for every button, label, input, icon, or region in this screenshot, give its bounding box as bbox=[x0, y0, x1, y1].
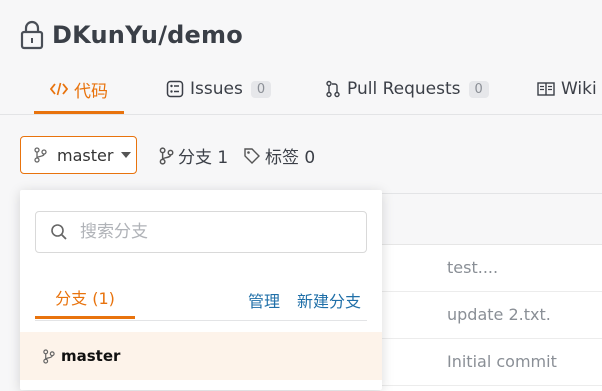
lock-icon bbox=[20, 20, 44, 50]
issues-icon bbox=[166, 80, 184, 98]
dropdown-tabs: 分支 (1) 管理 新建分支 bbox=[35, 276, 367, 321]
tab-wiki[interactable]: Wiki bbox=[537, 66, 597, 112]
repo-header: DKunYu/demo 代码 Issues 0 Pull Requests 0 … bbox=[0, 0, 602, 115]
commit-message[interactable]: test.... bbox=[447, 258, 498, 277]
manage-branches-link[interactable]: 管理 bbox=[248, 288, 280, 312]
repo-name[interactable]: DKunYu/demo bbox=[52, 21, 243, 49]
branch-selector-label: master bbox=[57, 145, 114, 165]
tab-issues-label: Issues bbox=[190, 79, 243, 99]
file-list: j test.... update 2.txt. Initial commit bbox=[376, 193, 602, 391]
tab-code[interactable]: 代码 bbox=[34, 66, 124, 114]
repo-title: DKunYu/demo bbox=[20, 20, 243, 50]
issues-count-badge: 0 bbox=[250, 80, 272, 98]
tag-icon bbox=[243, 147, 261, 165]
caret-down-icon bbox=[121, 152, 132, 158]
new-branch-link[interactable]: 新建分支 bbox=[297, 288, 361, 312]
branch-selector-button[interactable]: master bbox=[20, 136, 137, 174]
tab-code-label: 代码 bbox=[74, 81, 108, 102]
file-row[interactable]: test.... bbox=[380, 245, 602, 292]
tab-pull-requests[interactable]: Pull Requests 0 bbox=[325, 66, 489, 112]
branch-icon bbox=[42, 348, 55, 364]
search-icon bbox=[50, 223, 68, 241]
branch-search[interactable] bbox=[35, 211, 367, 253]
tags-count-label: 标签 0 bbox=[265, 148, 316, 168]
tab-issues[interactable]: Issues 0 bbox=[166, 66, 272, 112]
commit-message[interactable]: Initial commit bbox=[447, 352, 557, 371]
tags-count-link[interactable]: 标签 0 bbox=[243, 143, 315, 168]
file-row[interactable]: update 2.txt. bbox=[380, 292, 602, 339]
branch-name: master bbox=[61, 347, 121, 365]
file-row[interactable]: Initial commit bbox=[380, 339, 602, 386]
branch-search-input[interactable] bbox=[78, 221, 332, 243]
branches-count-link[interactable]: 分支 1 bbox=[158, 143, 228, 168]
branch-icon bbox=[33, 147, 47, 163]
pull-requests-count-badge: 0 bbox=[468, 80, 489, 98]
pull-request-icon bbox=[325, 80, 341, 98]
file-list-header: j bbox=[376, 194, 602, 245]
tab-pull-requests-label: Pull Requests bbox=[347, 79, 461, 99]
tab-wiki-label: Wiki bbox=[561, 79, 597, 99]
repo-tabs: 代码 Issues 0 Pull Requests 0 Wiki bbox=[0, 66, 602, 114]
branches-count-label: 分支 1 bbox=[178, 148, 229, 168]
commit-message[interactable]: update 2.txt. bbox=[447, 305, 551, 324]
branch-list-item[interactable]: master bbox=[20, 332, 382, 380]
branch-dropdown: 分支 (1) 管理 新建分支 master bbox=[20, 190, 382, 390]
book-icon bbox=[537, 81, 555, 97]
tab-branches[interactable]: 分支 (1) bbox=[35, 276, 135, 319]
branch-icon bbox=[158, 146, 174, 165]
code-icon bbox=[50, 81, 68, 97]
